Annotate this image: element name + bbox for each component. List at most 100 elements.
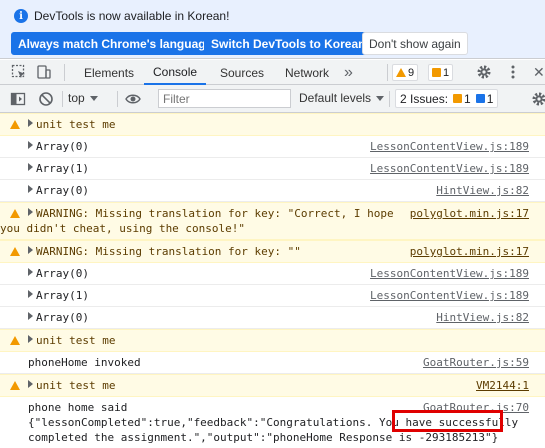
- source-link[interactable]: LessonContentView.js:189: [370, 266, 529, 281]
- log-levels-label: Default levels: [299, 91, 372, 105]
- clear-console-icon[interactable]: [38, 91, 54, 107]
- source-link[interactable]: HintView.js:82: [436, 183, 529, 198]
- issues-button[interactable]: 2 Issues: 1 1: [395, 89, 499, 108]
- toolbar-divider: [62, 91, 63, 107]
- source-link[interactable]: LessonContentView.js:189: [370, 288, 529, 303]
- settings-gear-icon[interactable]: [476, 64, 492, 80]
- close-devtools-icon[interactable]: ✕: [533, 60, 545, 85]
- console-row: WARNING: Missing translation for key: ""…: [0, 240, 545, 263]
- inspect-element-icon[interactable]: [11, 64, 27, 80]
- warnings-badge[interactable]: 9: [392, 64, 419, 81]
- console-row: Array(1) LessonContentView.js:189: [0, 158, 545, 180]
- issues-label: 2 Issues:: [400, 91, 449, 106]
- source-link[interactable]: polyglot.min.js:17: [410, 244, 529, 259]
- console-row: Array(0) LessonContentView.js:189: [0, 136, 545, 158]
- message-text: unit test me: [36, 118, 116, 131]
- chevron-down-icon: [89, 95, 98, 101]
- message-text: Array(0): [36, 140, 89, 153]
- source-link[interactable]: VM2144:1: [476, 378, 529, 393]
- message-text: Array(0): [36, 311, 89, 324]
- tab-console[interactable]: Console: [144, 60, 207, 85]
- toolbar-divider: [64, 64, 65, 81]
- warning-icon: [10, 381, 20, 390]
- language-infobar: i DevTools is now available in Korean! A…: [0, 0, 545, 59]
- message-text: phoneHome invoked: [28, 356, 141, 369]
- log-levels-dropdown[interactable]: Default levels: [299, 91, 385, 105]
- expand-arrow-icon[interactable]: [28, 380, 33, 388]
- expand-arrow-icon[interactable]: [28, 208, 33, 216]
- message-text: unit test me: [36, 379, 116, 392]
- console-row: unit test me VM2144:1: [0, 374, 545, 397]
- devtools-tabbar: Elements Console Sources Network » 9 1 ✕: [0, 60, 545, 85]
- message-text: Array(1): [36, 289, 89, 302]
- console-messages: unit test me Array(0) LessonContentView.…: [0, 113, 545, 448]
- console-settings-gear-icon[interactable]: [531, 91, 545, 107]
- tab-network[interactable]: Network: [285, 60, 329, 85]
- device-toolbar-icon[interactable]: [36, 64, 52, 80]
- issue-warn-count: 1: [464, 91, 471, 106]
- console-row: Array(1) LessonContentView.js:189: [0, 285, 545, 307]
- highlight-annotation: [392, 410, 503, 432]
- expand-arrow-icon[interactable]: [28, 163, 33, 171]
- expand-arrow-icon[interactable]: [28, 290, 33, 298]
- expand-arrow-icon[interactable]: [28, 185, 33, 193]
- issues-count: 1: [443, 66, 450, 79]
- live-expression-eye-icon[interactable]: [125, 91, 141, 107]
- match-chrome-language-button[interactable]: Always match Chrome's language: [11, 32, 220, 55]
- message-text-continued: completed the assignment.","output":"pho…: [28, 431, 499, 444]
- warning-icon: [10, 247, 20, 256]
- toolbar-divider: [117, 91, 118, 107]
- more-options-icon[interactable]: [505, 64, 521, 80]
- console-row: unit test me: [0, 113, 545, 136]
- info-icon: i: [14, 9, 28, 23]
- dont-show-again-button[interactable]: Don't show again: [362, 32, 468, 55]
- message-text: Array(0): [36, 267, 89, 280]
- source-link[interactable]: LessonContentView.js:189: [370, 161, 529, 176]
- expand-arrow-icon[interactable]: [28, 312, 33, 320]
- warning-icon: [10, 120, 20, 129]
- tab-elements[interactable]: Elements: [84, 60, 134, 85]
- source-link[interactable]: polyglot.min.js:17: [410, 206, 529, 221]
- switch-to-korean-button[interactable]: Switch DevTools to Korean: [204, 32, 373, 55]
- console-row: Array(0) HintView.js:82: [0, 180, 545, 202]
- message-text-continued: you didn't cheat, using the console!": [0, 222, 246, 235]
- chevron-down-icon: [376, 95, 385, 101]
- warning-icon: [10, 336, 20, 345]
- issue-icon: [432, 68, 441, 77]
- message-text: Array(1): [36, 162, 89, 175]
- expand-arrow-icon[interactable]: [28, 141, 33, 149]
- context-selector[interactable]: top: [68, 91, 98, 105]
- warning-icon: [396, 68, 406, 77]
- console-row: phoneHome invoked GoatRouter.js:59: [0, 352, 545, 374]
- source-link[interactable]: GoatRouter.js:59: [423, 355, 529, 370]
- issue-info-count: 1: [486, 91, 494, 106]
- tab-sources[interactable]: Sources: [220, 60, 264, 85]
- warning-issue-icon: [453, 94, 463, 103]
- infobar-message-row: i DevTools is now available in Korean!: [14, 7, 229, 25]
- message-text: unit test me: [36, 334, 116, 347]
- expand-arrow-icon[interactable]: [28, 268, 33, 276]
- expand-arrow-icon[interactable]: [28, 335, 33, 343]
- warning-icon: [10, 209, 20, 218]
- message-text: WARNING: Missing translation for key: "": [36, 245, 301, 258]
- toolbar-divider: [389, 91, 390, 107]
- issues-badge[interactable]: 1: [428, 64, 454, 81]
- toolbar-divider: [387, 64, 388, 81]
- info-issue-icon: [475, 94, 485, 103]
- console-row: WARNING: Missing translation for key: "C…: [0, 202, 545, 240]
- filter-input[interactable]: [158, 89, 291, 108]
- show-sidebar-icon[interactable]: [10, 91, 26, 107]
- message-text: Array(0): [36, 184, 89, 197]
- console-row: unit test me: [0, 329, 545, 352]
- expand-arrow-icon[interactable]: [28, 119, 33, 127]
- expand-arrow-icon[interactable]: [28, 246, 33, 254]
- source-link[interactable]: LessonContentView.js:189: [370, 139, 529, 154]
- warnings-count: 9: [408, 66, 415, 79]
- more-tabs-icon[interactable]: »: [344, 60, 353, 85]
- infobar-message: DevTools is now available in Korean!: [34, 9, 230, 23]
- console-row: Array(0) HintView.js:82: [0, 307, 545, 329]
- context-label: top: [68, 91, 85, 105]
- console-row: Array(0) LessonContentView.js:189: [0, 263, 545, 285]
- message-text: WARNING: Missing translation for key: "C…: [36, 207, 394, 220]
- source-link[interactable]: HintView.js:82: [436, 310, 529, 325]
